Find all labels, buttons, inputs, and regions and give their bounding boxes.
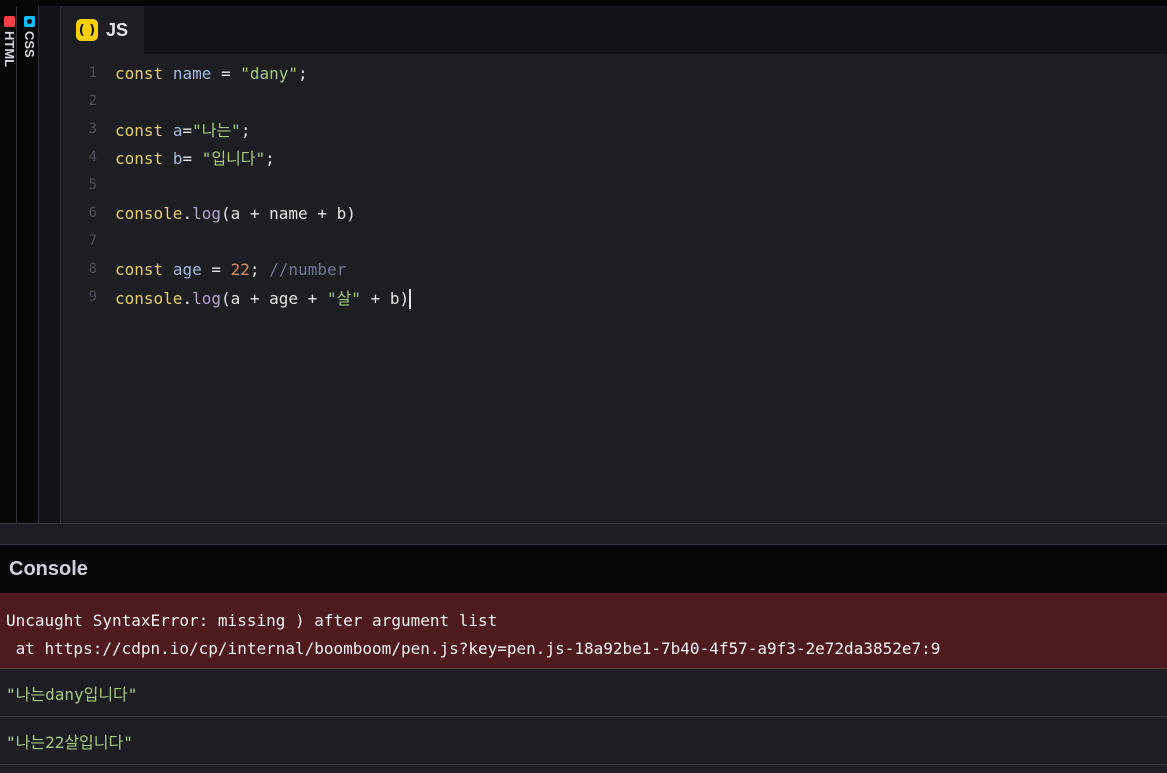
js-icon: ( ) [76,19,98,41]
line-number: 4 [88,149,97,165]
code-token: ; [298,63,308,83]
js-code-editor[interactable]: 1 const name = "dany"; 2 3 const a="나는"; 4 con… [61,54,1167,523]
js-editor-tab[interactable]: ( ) JS [61,6,144,54]
code-line[interactable]: 1 const name = "dany"; [61,59,1167,87]
code-token: log [192,203,221,223]
code-token: const [115,149,164,168]
code-token: + b) [360,288,410,308]
console-header: Console [0,545,1167,593]
code-token: "나는" [192,121,241,140]
code-token: console [115,203,183,223]
console-log-entry: "나는dany입니다" [0,669,1167,717]
code-token: ; [265,149,275,168]
line-number: 6 [88,205,97,221]
code-line[interactable]: 8 const age = 22; //number [61,255,1167,283]
code-token: const [115,259,164,279]
code-line[interactable]: 9 console.log(a + age + "살" + b) [61,283,1167,311]
code-token: . [182,203,193,223]
line-number: 3 [88,121,97,137]
console-resize-handle[interactable] [0,523,1167,545]
code-token: console [115,288,183,308]
js-editor-header: ( ) JS [61,6,1167,54]
css-tab-label: CSS [22,31,37,58]
code-token: 22 [230,259,250,279]
text-cursor [409,289,412,310]
code-token: = [182,121,193,140]
code-token: = [182,149,202,168]
code-text: const a="나는"; [115,117,250,141]
html-editor-tab[interactable]: HTML [0,6,17,523]
code-token: a [172,121,183,140]
code-token: const [115,63,164,83]
console-log-entry: "나는22살입니다" [0,717,1167,765]
line-number: 5 [88,177,97,193]
code-line[interactable]: 7 [61,227,1167,255]
code-line[interactable]: 3 const a="나는"; [61,115,1167,143]
line-number: 7 [88,233,97,249]
code-token: b [172,149,183,168]
css-icon [24,16,35,27]
code-token: "dany" [240,63,299,83]
code-line[interactable]: 6 console.log(a + name + b) [61,199,1167,227]
code-token: log [192,288,221,308]
css-editor-tab[interactable]: CSS [17,6,39,523]
editor-resize-handle[interactable] [39,6,61,523]
code-text: const name = "dany"; [115,64,308,83]
html-tab-label: HTML [2,31,17,68]
code-token: ; [240,121,251,140]
console-error-message: Uncaught SyntaxError: missing ) after ar… [0,593,1167,669]
code-token: "입니다" [201,149,266,168]
code-token: name [172,63,212,83]
console-output: Uncaught SyntaxError: missing ) after ar… [0,593,1167,773]
code-line[interactable]: 5 [61,171,1167,199]
line-number: 2 [88,93,97,109]
code-token: age [172,259,202,279]
code-text: const b= "입니다"; [115,145,275,169]
line-number: 8 [88,261,97,277]
code-text: console.log(a + name + b) [115,204,356,223]
code-token: (a + name + b) [220,203,356,223]
error-location[interactable]: at https://cdpn.io/cp/internal/boomboom/… [6,635,1167,663]
code-token: ; [249,259,270,279]
code-line[interactable]: 2 [61,87,1167,115]
code-token: = [201,259,231,279]
code-token: = [211,63,241,83]
code-token: const [115,121,164,140]
code-line[interactable]: 4 const b= "입니다"; [61,143,1167,171]
error-text: Uncaught SyntaxError: missing ) after ar… [6,611,498,630]
code-text: const age = 22; //number [115,260,346,279]
code-token: //number [269,259,347,279]
html-icon [4,16,15,27]
line-number: 1 [88,65,97,81]
js-tab-label: JS [106,19,129,40]
console-title: Console [9,557,88,580]
code-text: console.log(a + age + "살" + b) [115,285,412,310]
code-token: . [182,288,193,308]
code-token: (a + age + [220,288,327,308]
line-number: 9 [88,289,97,305]
code-token: "살" [326,288,361,308]
